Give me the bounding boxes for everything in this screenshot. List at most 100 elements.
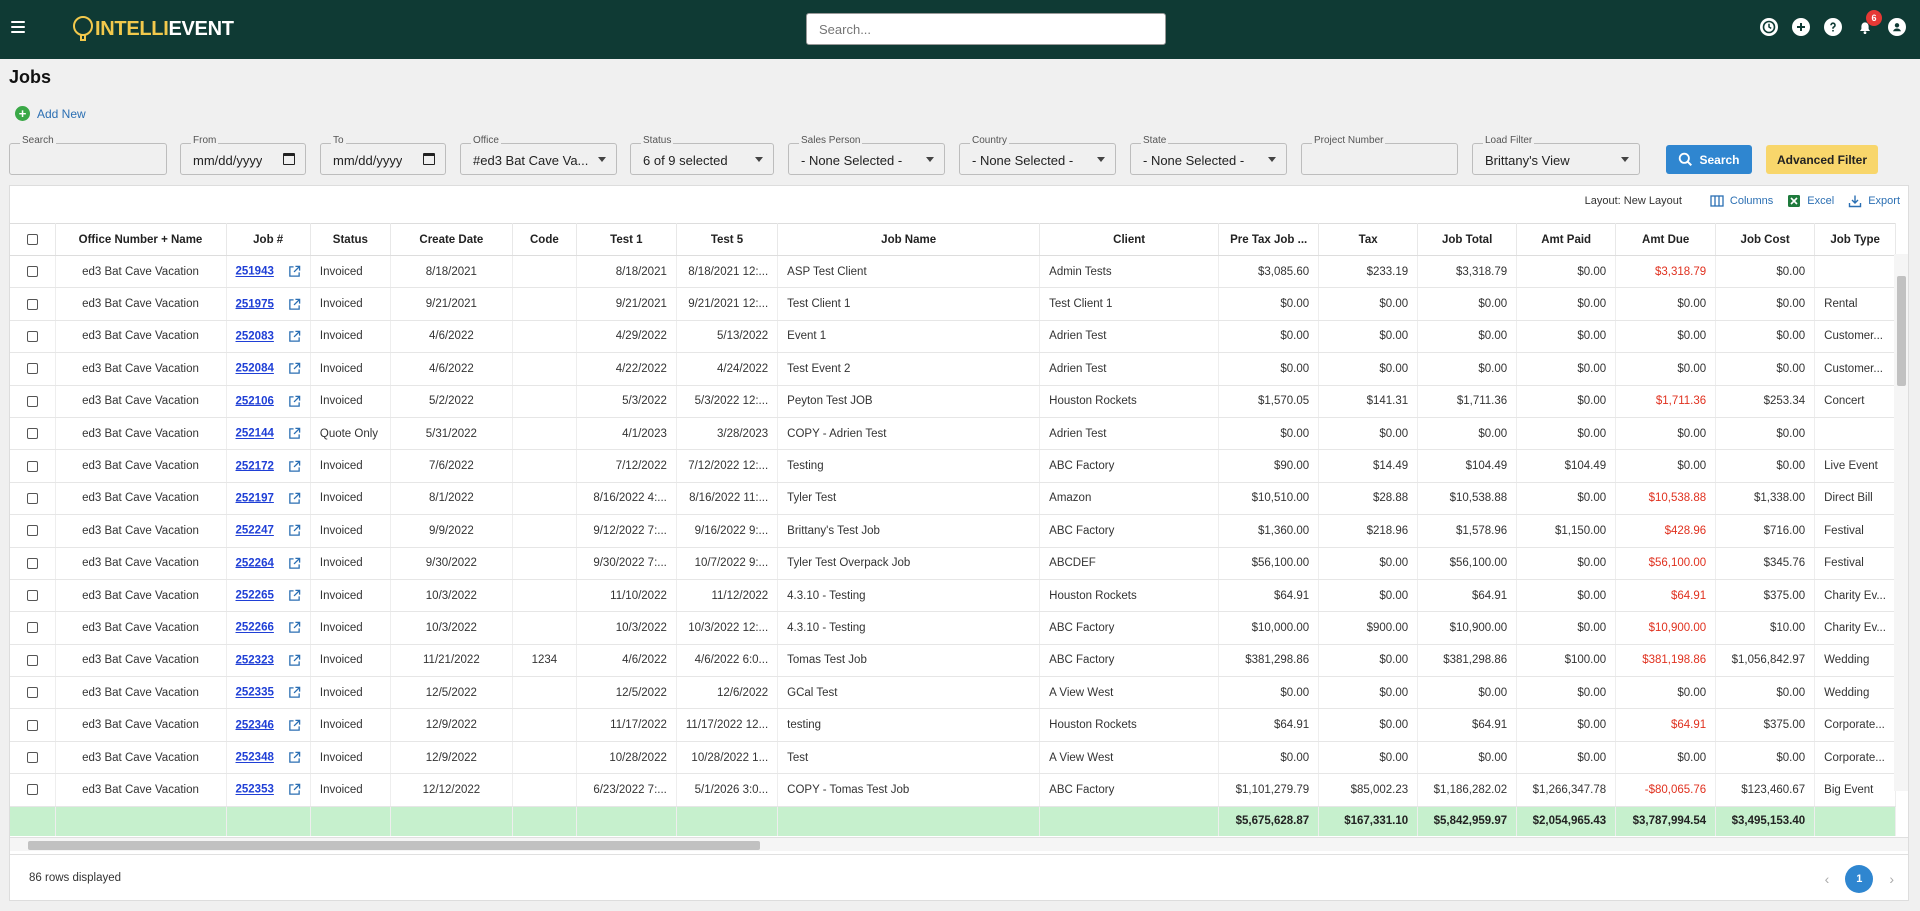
- job-number-link[interactable]: 252084: [236, 363, 274, 375]
- scrollbar-thumb[interactable]: [28, 841, 760, 850]
- project-number-input[interactable]: Project Number: [1301, 135, 1458, 175]
- job-number-link[interactable]: 252353: [236, 784, 274, 796]
- sales-person-select[interactable]: Sales Person - None Selected -: [788, 135, 945, 175]
- help-icon[interactable]: [1824, 18, 1842, 36]
- open-in-new-icon[interactable]: [288, 686, 301, 699]
- bell-icon[interactable]: 6: [1856, 10, 1882, 36]
- column-header[interactable]: Amt Due: [1615, 223, 1717, 256]
- job-number-link[interactable]: 252346: [236, 719, 274, 731]
- row-checkbox[interactable]: [26, 654, 38, 666]
- row-checkbox[interactable]: [26, 719, 38, 731]
- job-number-link[interactable]: 251975: [236, 298, 274, 310]
- column-header[interactable]: Job Type: [1814, 223, 1897, 256]
- column-header[interactable]: Test 5: [676, 223, 779, 256]
- table-row[interactable]: ed3 Bat Cave Vacation 252266 Invoiced 10/3/…: [10, 611, 1897, 645]
- country-select[interactable]: Country - None Selected -: [959, 135, 1116, 175]
- table-row[interactable]: ed3 Bat Cave Vacation 251975 Invoiced 9/21/…: [10, 287, 1897, 321]
- row-checkbox[interactable]: [26, 428, 38, 440]
- column-header[interactable]: Client: [1039, 223, 1220, 256]
- row-checkbox[interactable]: [26, 525, 38, 537]
- row-checkbox[interactable]: [26, 395, 38, 407]
- open-in-new-icon[interactable]: [288, 751, 301, 764]
- status-select[interactable]: Status 6 of 9 selected: [630, 135, 774, 175]
- vertical-scrollbar[interactable]: [1894, 254, 1908, 791]
- excel-button[interactable]: Excel: [1787, 194, 1834, 208]
- column-header[interactable]: Job Cost: [1715, 223, 1816, 256]
- page-button[interactable]: 1: [1845, 865, 1874, 893]
- row-checkbox[interactable]: [26, 330, 38, 342]
- open-in-new-icon[interactable]: [288, 557, 301, 570]
- office-select[interactable]: Office #ed3 Bat Cave Va...: [460, 135, 617, 175]
- open-in-new-icon[interactable]: [288, 362, 301, 375]
- row-checkbox[interactable]: [26, 752, 38, 764]
- table-row[interactable]: ed3 Bat Cave Vacation 251943 Invoiced 8/18/…: [10, 255, 1897, 289]
- job-number-link[interactable]: 252144: [236, 428, 274, 440]
- open-in-new-icon[interactable]: [288, 783, 301, 796]
- column-header[interactable]: Job #: [226, 223, 311, 256]
- table-row[interactable]: ed3 Bat Cave Vacation 252084 Invoiced 4/6/2…: [10, 352, 1897, 386]
- job-number-link[interactable]: 252348: [236, 752, 274, 764]
- job-number-link[interactable]: 252083: [236, 331, 274, 343]
- row-checkbox[interactable]: [26, 266, 38, 278]
- table-row[interactable]: ed3 Bat Cave Vacation 252264 Invoiced 9/30/…: [10, 547, 1897, 580]
- user-icon[interactable]: [1888, 18, 1906, 36]
- job-number-link[interactable]: 252264: [236, 557, 274, 569]
- calendar-icon[interactable]: [283, 153, 295, 165]
- column-header[interactable]: Tax: [1318, 223, 1419, 256]
- job-number-link[interactable]: 252323: [236, 654, 274, 666]
- row-checkbox[interactable]: [26, 363, 38, 375]
- table-row[interactable]: ed3 Bat Cave Vacation 252197 Invoiced 8/1/2…: [10, 482, 1897, 516]
- row-checkbox[interactable]: [26, 492, 38, 504]
- from-date-input[interactable]: From mm/dd/yyyy: [180, 135, 306, 175]
- row-checkbox[interactable]: [26, 460, 38, 472]
- state-select[interactable]: State - None Selected -: [1130, 135, 1287, 175]
- open-in-new-icon[interactable]: [288, 395, 301, 408]
- hamburger-menu-icon[interactable]: [11, 21, 25, 33]
- table-row[interactable]: ed3 Bat Cave Vacation 252346 Invoiced 12/9/…: [10, 708, 1897, 742]
- table-row[interactable]: ed3 Bat Cave Vacation 252353 Invoiced 12/12…: [10, 773, 1897, 807]
- row-checkbox[interactable]: [26, 298, 38, 310]
- table-row[interactable]: ed3 Bat Cave Vacation 252172 Invoiced 7/6/2…: [10, 449, 1897, 483]
- column-header[interactable]: Code: [512, 223, 577, 256]
- row-checkbox[interactable]: [26, 622, 38, 634]
- open-in-new-icon[interactable]: [288, 524, 301, 537]
- column-header[interactable]: Status: [310, 223, 391, 256]
- column-header[interactable]: Office Number + Name: [55, 223, 227, 256]
- open-in-new-icon[interactable]: [288, 492, 301, 505]
- column-header[interactable]: Pre Tax Job ...: [1218, 223, 1320, 256]
- export-button[interactable]: Export: [1848, 194, 1900, 208]
- open-in-new-icon[interactable]: [288, 719, 301, 732]
- row-checkbox[interactable]: [26, 687, 38, 699]
- job-number-link[interactable]: 252266: [236, 622, 274, 634]
- job-number-link[interactable]: 252172: [236, 460, 274, 472]
- table-row[interactable]: ed3 Bat Cave Vacation 252247 Invoiced 9/9/2…: [10, 514, 1897, 548]
- scrollbar-thumb[interactable]: [1897, 276, 1906, 386]
- advanced-filter-button[interactable]: Advanced Filter: [1766, 145, 1878, 174]
- job-number-link[interactable]: 252247: [236, 525, 274, 537]
- column-header[interactable]: Job Name: [777, 223, 1041, 256]
- calendar-icon[interactable]: [423, 153, 435, 165]
- open-in-new-icon[interactable]: [288, 460, 301, 473]
- open-in-new-icon[interactable]: [288, 589, 301, 602]
- row-checkbox[interactable]: [26, 590, 38, 602]
- table-row[interactable]: ed3 Bat Cave Vacation 252265 Invoiced 10/3/…: [10, 579, 1897, 613]
- next-page-icon[interactable]: ›: [1889, 871, 1894, 887]
- column-header[interactable]: Create Date: [390, 223, 513, 256]
- previous-page-icon[interactable]: ‹: [1825, 871, 1830, 887]
- open-in-new-icon[interactable]: [288, 427, 301, 440]
- table-row[interactable]: ed3 Bat Cave Vacation 252144 Quote Only 5/3…: [10, 417, 1897, 451]
- table-row[interactable]: ed3 Bat Cave Vacation 252083 Invoiced 4/6/2…: [10, 320, 1897, 354]
- open-in-new-icon[interactable]: [288, 330, 301, 343]
- global-search-input[interactable]: [806, 13, 1166, 45]
- column-header[interactable]: Job Total: [1417, 223, 1518, 256]
- table-row[interactable]: ed3 Bat Cave Vacation 252323 Invoiced 11/21…: [10, 644, 1897, 678]
- job-number-link[interactable]: 251943: [236, 266, 274, 278]
- to-date-input[interactable]: To mm/dd/yyyy: [320, 135, 446, 175]
- column-header[interactable]: Amt Paid: [1516, 223, 1617, 256]
- job-number-link[interactable]: 252106: [236, 395, 274, 407]
- search-filter-input[interactable]: Search: [9, 135, 167, 175]
- table-row[interactable]: ed3 Bat Cave Vacation 252106 Invoiced 5/2/2…: [10, 385, 1897, 418]
- open-in-new-icon[interactable]: [288, 298, 301, 311]
- table-row[interactable]: ed3 Bat Cave Vacation 252335 Invoiced 12/5/…: [10, 676, 1897, 710]
- open-in-new-icon[interactable]: [288, 265, 301, 278]
